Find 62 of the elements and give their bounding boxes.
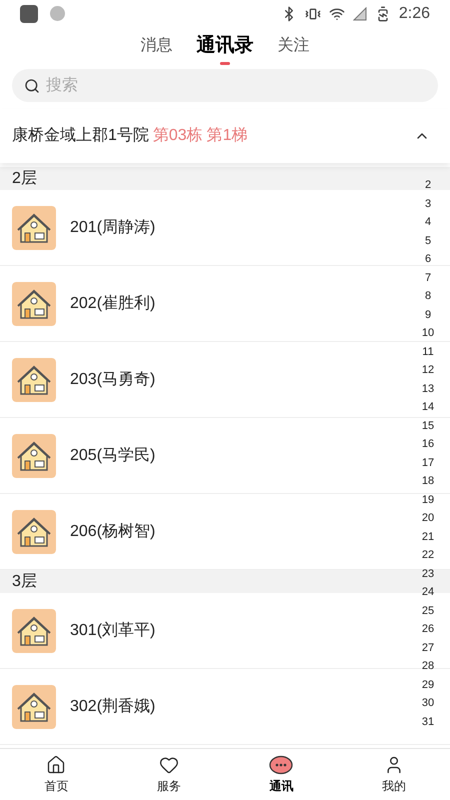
tab-indicator (220, 62, 230, 65)
building-label: 第03栋 (152, 126, 203, 146)
house-icon (12, 684, 56, 728)
index-letter[interactable]: 29 (416, 676, 440, 694)
index-letter[interactable]: 4 (416, 213, 440, 232)
house-icon (12, 206, 56, 250)
index-letter[interactable]: 10 (416, 324, 440, 342)
index-letter[interactable]: 5 (416, 232, 440, 250)
index-letter[interactable]: 25 (416, 602, 440, 620)
house-icon (12, 358, 56, 402)
index-letter[interactable]: 6 (416, 250, 440, 268)
no-signal-icon (352, 6, 367, 20)
heart-icon (158, 754, 179, 774)
location-header[interactable]: 康桥金域上郡1号院 第03栋 第1梯 (0, 109, 450, 163)
index-letter[interactable]: 17 (416, 454, 440, 472)
room-label: 202(崔胜利) (70, 294, 156, 314)
nav-item[interactable]: 首页 (0, 749, 112, 800)
clock: 2:26 (398, 4, 430, 24)
dot-notification-icon (50, 6, 65, 21)
index-letter[interactable]: 14 (416, 398, 440, 416)
index-letter[interactable]: 27 (416, 638, 440, 657)
house-icon (12, 282, 56, 326)
chat-icon (269, 754, 294, 774)
index-letter[interactable]: 30 (416, 694, 440, 712)
room-label: 203(马勇奇) (70, 370, 156, 390)
nav-item[interactable]: 通讯 (225, 749, 338, 800)
nav-item[interactable]: 服务 (112, 749, 225, 800)
index-letter[interactable]: 11 (416, 342, 440, 361)
tab[interactable]: 通讯录 (196, 31, 254, 61)
house-icon (12, 510, 56, 554)
tab[interactable]: 关注 (278, 31, 310, 61)
index-letter[interactable]: 9 (416, 306, 440, 324)
index-letter[interactable]: 13 (416, 380, 440, 398)
house-icon (12, 434, 56, 478)
app-notification-icon (20, 4, 38, 22)
wifi-icon (328, 6, 345, 22)
vibrate-icon (304, 6, 321, 22)
unit-label: 第1梯 (206, 126, 248, 146)
index-letter[interactable]: 31 (416, 712, 440, 731)
home-icon (46, 754, 66, 774)
index-letter[interactable]: 3 (416, 194, 440, 213)
index-letter[interactable]: 26 (416, 620, 440, 638)
index-letter[interactable]: 7 (416, 268, 440, 287)
tab[interactable]: 消息 (140, 31, 172, 61)
room-label: 201(周静涛) (70, 218, 156, 238)
search-field[interactable]: 搜索 (12, 69, 438, 102)
index-letter[interactable]: 8 (416, 287, 440, 306)
search-icon (24, 78, 40, 94)
index-letter[interactable]: 18 (416, 472, 440, 490)
index-letter[interactable]: 22 (416, 546, 440, 564)
room-label: 205(马学民) (70, 446, 156, 466)
room-label: 302(荆香娥) (70, 696, 156, 716)
index-letter[interactable]: 16 (416, 435, 440, 454)
room-label: 206(杨树智) (70, 522, 156, 542)
nav-item[interactable]: 我的 (338, 749, 450, 800)
index-letter[interactable]: 12 (416, 361, 440, 380)
room-label: 301(刘革平) (70, 620, 156, 640)
house-icon (12, 608, 56, 652)
index-letter[interactable]: 21 (416, 528, 440, 546)
index-letter[interactable]: 20 (416, 509, 440, 528)
index-letter[interactable]: 15 (416, 416, 440, 435)
location-title: 康桥金域上郡1号院 (12, 126, 149, 146)
